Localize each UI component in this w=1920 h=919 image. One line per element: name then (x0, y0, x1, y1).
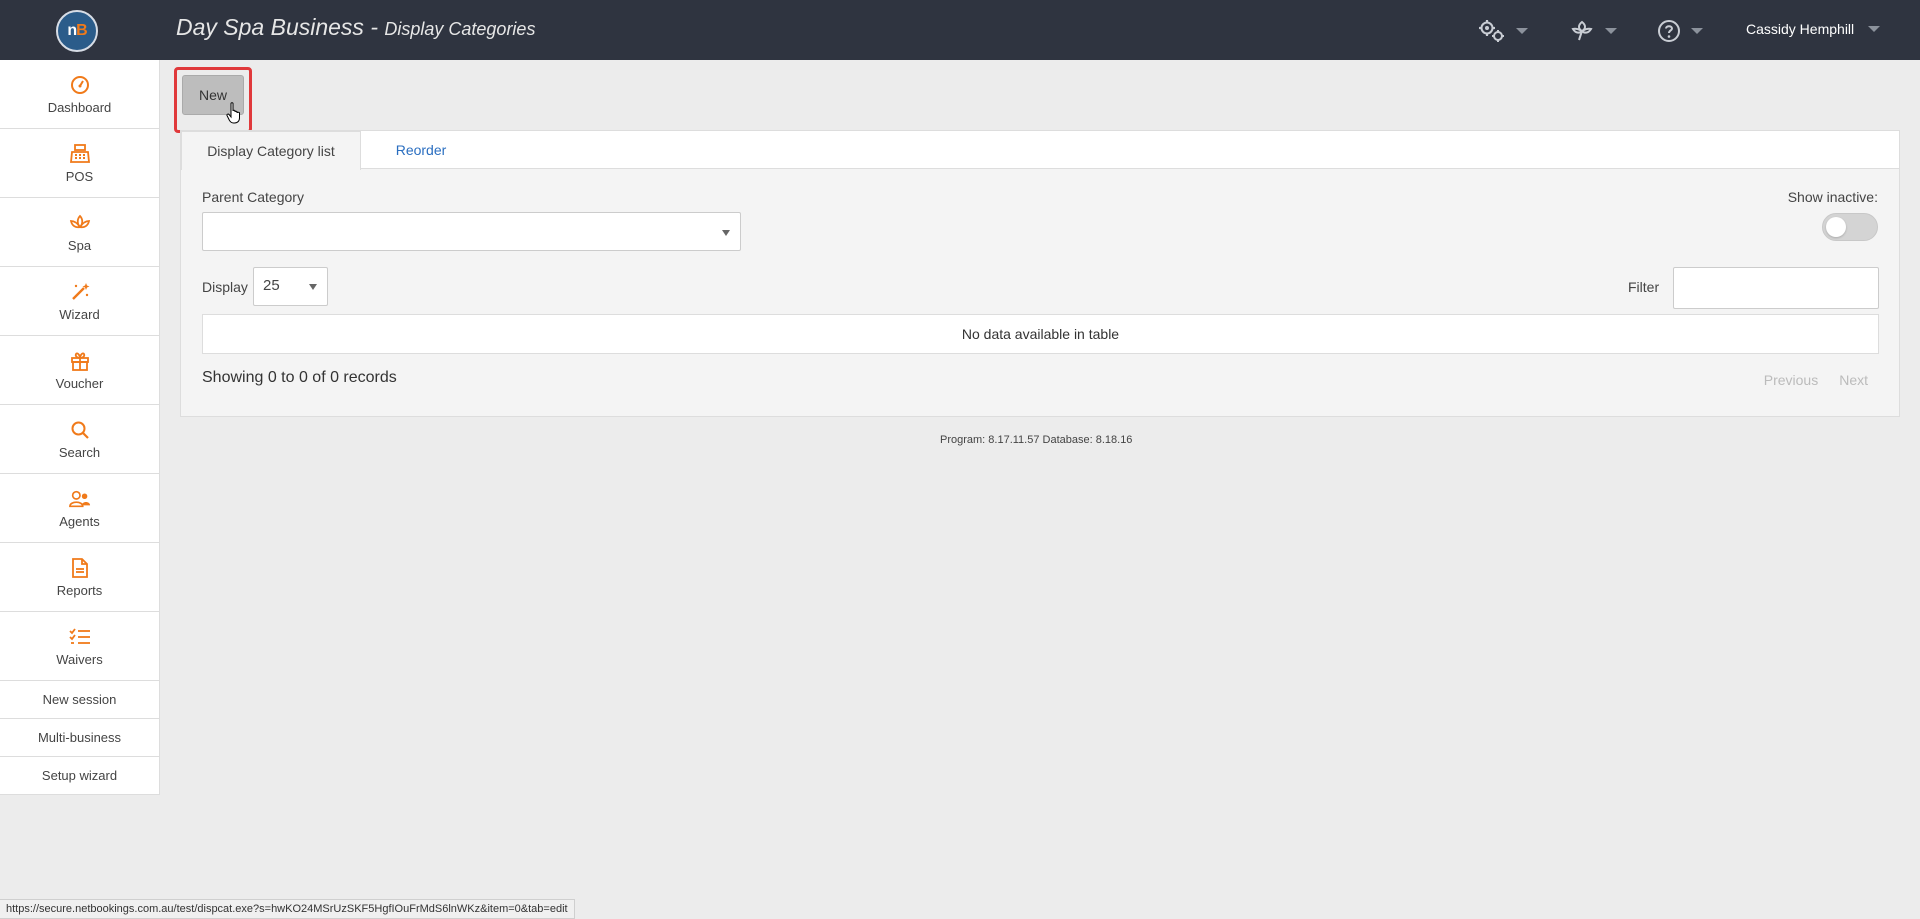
cash-register-icon (69, 143, 91, 165)
sidebar-item-label: Reports (56, 582, 103, 598)
sidebar: Dashboard POS Spa Wizard Voucher Search (0, 60, 160, 795)
page-title: Day Spa Business - Display Categories (176, 14, 535, 41)
user-menu[interactable]: Cassidy Hemphill (1746, 21, 1881, 37)
content-panel: Display Category list Reorder Parent Cat… (180, 130, 1900, 417)
toggle-knob (1826, 217, 1846, 237)
gift-icon (69, 350, 91, 372)
pagination: Previous Next (1764, 372, 1868, 388)
sidebar-item-label: Spa (67, 237, 92, 253)
empty-table-message: No data available in table (961, 326, 1120, 342)
display-count-select[interactable]: 25 (253, 267, 328, 306)
tab-bar: Display Category list Reorder (181, 131, 1899, 170)
show-inactive-toggle[interactable] (1822, 213, 1878, 241)
chevron-down-icon (1868, 26, 1881, 32)
dashboard-icon (69, 74, 91, 96)
version-info: Program: 8.17.11.57 Database: 8.18.16 (940, 434, 1133, 446)
display-count-value: 25 (263, 277, 280, 294)
browser-status-bar: https://secure.netbookings.com.au/test/d… (0, 899, 575, 919)
help-circle-icon (1658, 20, 1680, 42)
top-bar: nB Day Spa Business - Display Categories (0, 0, 1920, 60)
sidebar-item-voucher[interactable]: Voucher (0, 336, 159, 405)
sidebar-item-spa[interactable]: Spa (0, 198, 159, 267)
help-menu[interactable] (1657, 18, 1703, 44)
page-subtitle: Display Categories (384, 19, 536, 39)
sidebar-item-label: Voucher (55, 375, 104, 391)
search-icon (69, 419, 91, 441)
data-table: No data available in table (202, 314, 1879, 354)
tab-display-category-list[interactable]: Display Category list (181, 131, 361, 170)
caret-down-icon (722, 230, 730, 236)
chevron-down-icon (1516, 28, 1528, 34)
user-name: Cassidy Hemphill (1746, 21, 1855, 37)
tab-reorder[interactable]: Reorder (361, 131, 481, 169)
sidebar-item-label: Wizard (59, 306, 100, 322)
filter-label: Filter (1628, 279, 1660, 295)
sidebar-item-pos[interactable]: POS (0, 129, 159, 198)
status-url: https://secure.netbookings.com.au/test/d… (6, 903, 568, 915)
show-inactive-label: Show inactive: (1787, 189, 1878, 205)
lotus-icon (69, 212, 91, 234)
parent-category-label: Parent Category (202, 189, 304, 205)
parent-category-select[interactable] (202, 212, 741, 251)
sidebar-item-label: POS (65, 168, 94, 184)
previous-page-button[interactable]: Previous (1764, 372, 1818, 388)
spa-menu[interactable] (1569, 18, 1617, 44)
sidebar-link-multi-business[interactable]: Multi-business (0, 719, 159, 757)
sidebar-item-label: Waivers (56, 651, 103, 667)
next-page-button[interactable]: Next (1839, 372, 1868, 388)
sidebar-item-agents[interactable]: Agents (0, 474, 159, 543)
sidebar-item-label: Search (58, 444, 101, 460)
brand-logo[interactable]: nB (56, 10, 98, 52)
display-label: Display (202, 279, 248, 295)
sidebar-item-search[interactable]: Search (0, 405, 159, 474)
sidebar-item-reports[interactable]: Reports (0, 543, 159, 612)
document-icon (69, 557, 91, 579)
sidebar-item-waivers[interactable]: Waivers (0, 612, 159, 681)
magic-wand-icon (69, 281, 91, 303)
chevron-down-icon (1605, 28, 1617, 34)
hand-cursor-icon (226, 102, 240, 124)
sidebar-item-label: Agents (59, 513, 100, 529)
logo-text: nB (67, 22, 87, 39)
users-icon (68, 488, 91, 510)
flower-icon (1571, 20, 1593, 41)
filter-input[interactable] (1673, 267, 1879, 309)
sidebar-link-new-session[interactable]: New session (0, 681, 159, 719)
settings-menu[interactable] (1478, 18, 1528, 44)
business-name: Day Spa Business - (176, 14, 378, 40)
sidebar-link-setup-wizard[interactable]: Setup wizard (0, 757, 159, 795)
sidebar-item-dashboard[interactable]: Dashboard (0, 60, 159, 129)
records-info: Showing 0 to 0 of 0 records (202, 369, 397, 386)
sidebar-item-label: Dashboard (47, 99, 112, 115)
chevron-down-icon (1691, 28, 1703, 34)
gears-icon (1479, 20, 1504, 42)
sidebar-item-wizard[interactable]: Wizard (0, 267, 159, 336)
checklist-icon (68, 626, 91, 648)
caret-down-icon (309, 284, 317, 290)
